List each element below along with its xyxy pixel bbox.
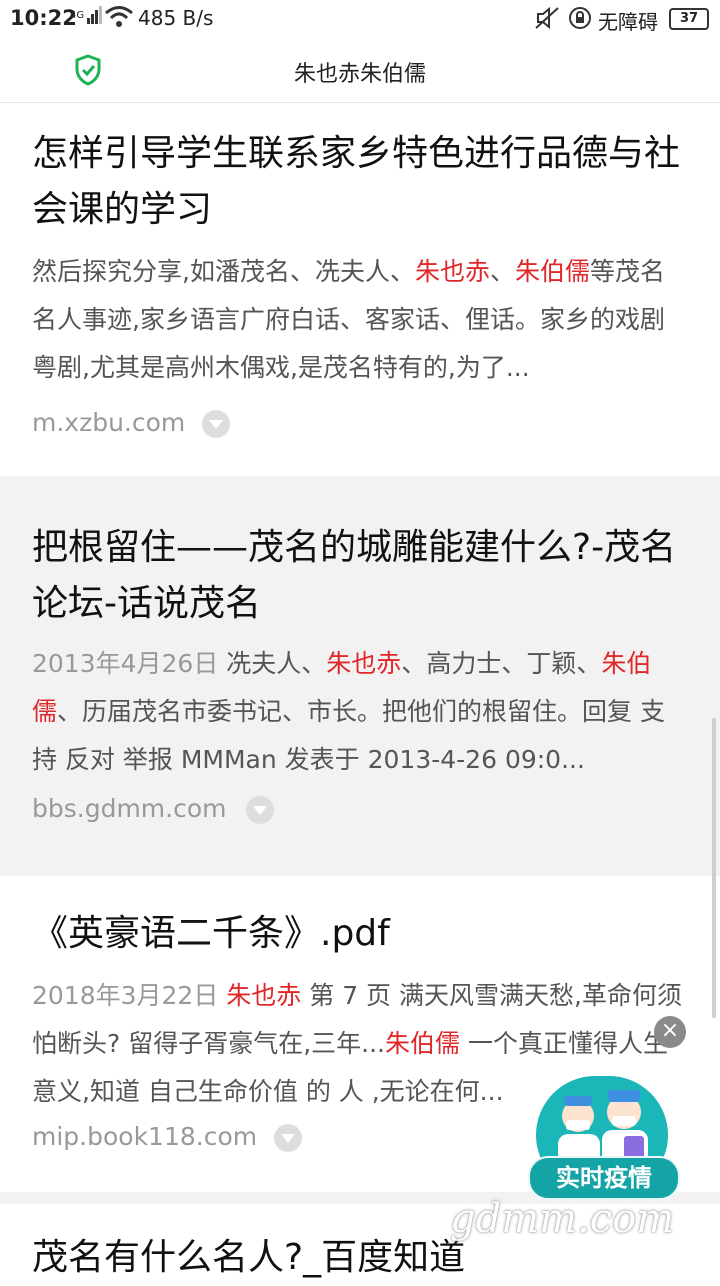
watermark: gdmm.com: [450, 1196, 675, 1242]
network-speed: 485 B/s: [138, 6, 214, 30]
result-source[interactable]: m.xzbu.com: [32, 408, 185, 437]
dropdown-arrow-icon[interactable]: [274, 1124, 302, 1152]
snippet-highlight: 朱也赤: [226, 981, 302, 1010]
snippet-text: 、历届茂名市委书记、市长。把他们的根留住。回复 支持 反对 举报 MMMan 发…: [32, 697, 665, 774]
result-date: 2018年3月22日: [32, 981, 219, 1010]
status-time: 10:22: [10, 6, 77, 30]
snippet-text: 冼夫人、: [218, 649, 327, 678]
snippet-text: 、高力士、丁颖、: [401, 649, 602, 678]
dropdown-arrow-icon[interactable]: [202, 410, 230, 438]
mute-icon: [534, 6, 560, 35]
snippet-text: 然后探究分享,如潘茂名、冼夫人、: [32, 257, 415, 286]
result-date: 2013年4月26日: [32, 649, 219, 678]
status-bar: 10:22 4G 485 B/s 无障碍 37: [0, 0, 720, 36]
scrollbar[interactable]: [712, 718, 716, 1018]
result-title[interactable]: 把根留住——茂名的城雕能建什么?-茂名论坛-话说茂名: [32, 520, 680, 632]
wifi-icon: [104, 4, 134, 35]
result-snippet: 然后探究分享,如潘茂名、冼夫人、朱也赤、朱伯儒等茂名名人事迹,家乡语言广府白话、…: [32, 248, 688, 392]
search-result[interactable]: 把根留住——茂名的城雕能建什么?-茂名论坛-话说茂名 2013年4月26日 冼夫…: [0, 476, 720, 876]
close-icon[interactable]: ×: [654, 1016, 686, 1048]
rotation-lock-icon: [568, 6, 592, 35]
network-type: 4G: [70, 10, 85, 21]
snippet-highlight: 朱也赤: [414, 257, 490, 286]
battery-icon: 37: [669, 8, 709, 30]
snippet-highlight: 朱伯儒: [385, 1029, 461, 1058]
search-result[interactable]: 怎样引导学生联系家乡特色进行品德与社会课的学习 然后探究分享,如潘茂名、冼夫人、…: [0, 102, 720, 476]
doctors-illustration-icon: [558, 1090, 648, 1164]
page-title: 朱也赤朱伯儒: [293, 62, 426, 87]
top-bar: 朱也赤朱伯儒: [0, 36, 720, 103]
snippet-highlight: 朱也赤: [326, 649, 402, 678]
battery-level: 37: [679, 11, 699, 26]
result-snippet: 2013年4月26日 冼夫人、朱也赤、高力士、丁颖、朱伯儒、历届茂名市委书记、市…: [32, 640, 688, 784]
dropdown-arrow-icon[interactable]: [246, 796, 274, 824]
result-title[interactable]: 《英豪语二千条》.pdf: [32, 906, 680, 962]
live-epidemic-badge[interactable]: 实时疫情: [528, 1070, 680, 1210]
snippet-highlight: 朱伯儒: [514, 257, 590, 286]
snippet-text: 、: [489, 257, 515, 286]
cellular-signal-icon: 4G: [70, 6, 103, 24]
result-source[interactable]: bbs.gdmm.com: [32, 794, 227, 823]
result-title[interactable]: 怎样引导学生联系家乡特色进行品德与社会课的学习: [32, 126, 680, 238]
accessibility-status: 无障碍: [598, 10, 658, 34]
result-source[interactable]: mip.book118.com: [32, 1122, 257, 1151]
badge-label: 实时疫情: [528, 1156, 680, 1200]
